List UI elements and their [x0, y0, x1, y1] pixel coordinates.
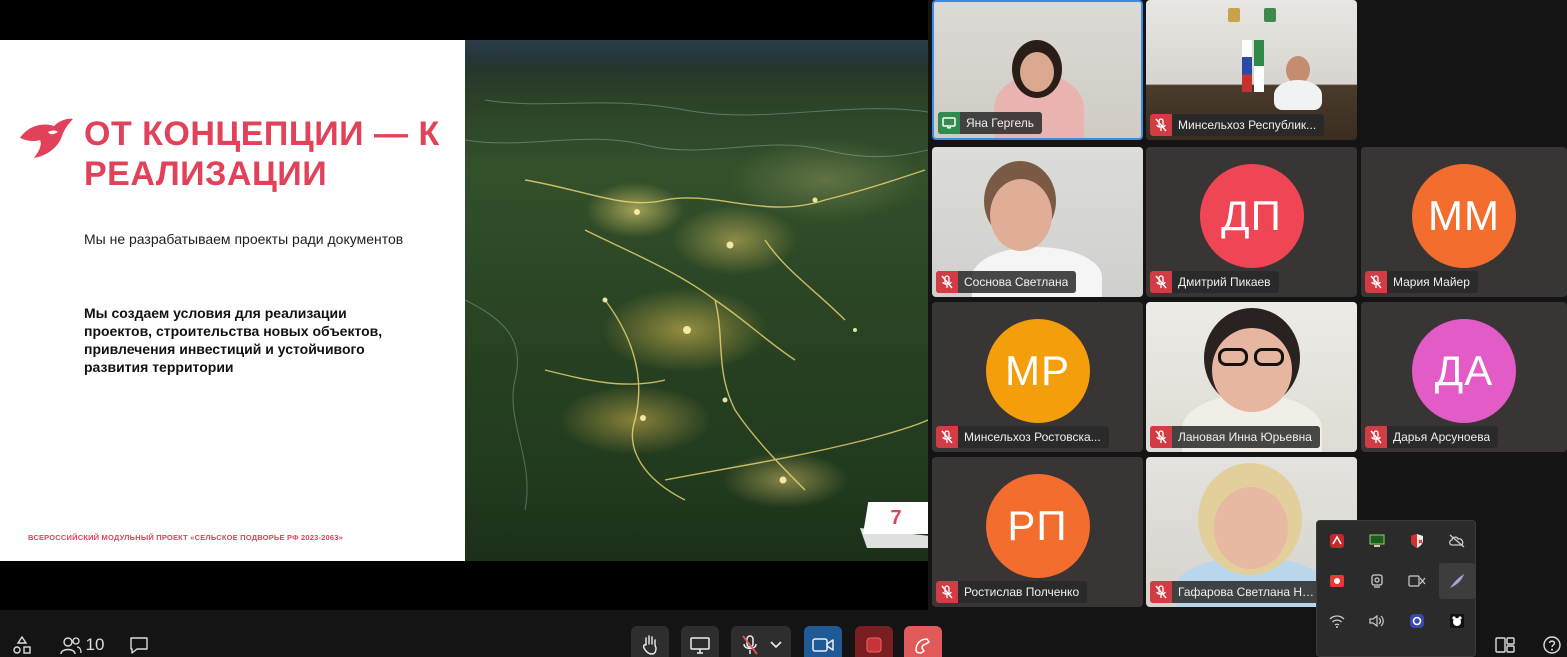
- aerial-night-photo: 7: [465, 40, 928, 561]
- bear-app-icon[interactable]: [1439, 603, 1475, 639]
- participant-name: Мария Майер: [1393, 275, 1470, 289]
- system-tray-overflow: [1316, 520, 1476, 657]
- participants-count: 10: [85, 635, 105, 654]
- participant-tile-pikaev[interactable]: ДП Дмитрий Пикаев: [1146, 147, 1357, 297]
- recorder-icon[interactable]: [1319, 563, 1355, 599]
- mic-off-icon: [936, 581, 958, 603]
- microphone-button[interactable]: [731, 626, 791, 657]
- chevron-down-icon[interactable]: [770, 641, 782, 649]
- pen-icon[interactable]: [1439, 563, 1475, 599]
- presentation-slide: ОТ КОНЦЕПЦИИ — К РЕАЛИЗАЦИИ Мы не разраб…: [0, 40, 928, 561]
- record-icon: [866, 637, 882, 653]
- hang-up-icon: [915, 638, 930, 654]
- shared-screen-area[interactable]: ОТ КОНЦЕПЦИИ — К РЕАЛИЗАЦИИ Мы не разраб…: [0, 0, 928, 610]
- record-button[interactable]: [855, 626, 893, 657]
- slide-footer: ВСЕРОССИЙСКИЙ МОДУЛЬНЫЙ ПРОЕКТ «СЕЛЬСКОЕ…: [28, 533, 344, 542]
- slide-text-panel: ОТ КОНЦЕПЦИИ — К РЕАЛИЗАЦИИ Мы не разраб…: [0, 40, 465, 561]
- chat-icon[interactable]: [126, 626, 152, 657]
- participant-label: Соснова Светлана: [936, 271, 1077, 293]
- mic-off-icon: [1150, 271, 1172, 293]
- keyboard-language-icon[interactable]: [1399, 563, 1435, 599]
- wifi-icon[interactable]: [1319, 603, 1355, 639]
- participant-name: Минсельхоз Республик...: [1178, 118, 1317, 132]
- participant-tile-minselkhoz-republic[interactable]: Минсельхоз Республик...: [1146, 0, 1357, 140]
- camera-icon: [812, 638, 834, 652]
- app-icon[interactable]: [1399, 603, 1435, 639]
- mic-off-icon: [1150, 114, 1172, 136]
- bird-logo-icon: [20, 118, 73, 158]
- slide-title: ОТ КОНЦЕПЦИИ — К РЕАЛИЗАЦИИ: [84, 115, 440, 193]
- participant-name: Гафарова Светлана НА...: [1178, 585, 1320, 599]
- settlement-lights-graphic: [465, 99, 928, 511]
- antivirus-icon[interactable]: [1319, 523, 1355, 559]
- participants-icon: [59, 637, 82, 655]
- screen-share-button[interactable]: [681, 626, 719, 657]
- mic-off-icon: [742, 635, 758, 655]
- participant-tile-yana[interactable]: Яна Гергель: [932, 0, 1143, 140]
- hang-up-button[interactable]: [904, 626, 942, 657]
- participant-name: Ростислав Полченко: [964, 585, 1080, 599]
- mic-off-icon: [936, 271, 958, 293]
- mic-off-icon: [1150, 581, 1172, 603]
- participant-label: Минсельхоз Республик...: [1150, 114, 1325, 136]
- participant-label: Мария Майер: [1365, 271, 1478, 293]
- participant-tile-arsunoeva[interactable]: ДА Дарья Арсуноева: [1361, 302, 1567, 452]
- screen-share-icon: [690, 637, 710, 654]
- mic-off-icon: [1150, 426, 1172, 448]
- slide-subtitle: Мы не разрабатываем проекты ради докумен…: [84, 231, 404, 247]
- participant-name: Яна Гергель: [966, 116, 1034, 130]
- apps-icon[interactable]: [10, 626, 34, 657]
- slide-page-number: 7: [863, 502, 928, 534]
- participant-name: Дмитрий Пикаев: [1178, 275, 1271, 289]
- mic-off-icon: [936, 426, 958, 448]
- participant-label: Ростислав Полченко: [936, 581, 1088, 603]
- participant-label: Гафарова Светлана НА...: [1150, 581, 1328, 603]
- participant-name: Лановая Инна Юрьевна: [1178, 430, 1312, 444]
- security-shield-icon[interactable]: [1399, 523, 1435, 559]
- participant-label: Яна Гергель: [938, 112, 1042, 134]
- webcam-icon[interactable]: [1359, 563, 1395, 599]
- participant-label: Минсельхоз Ростовска...: [936, 426, 1109, 448]
- video-conference-window: ОТ КОНЦЕПЦИИ — К РЕАЛИЗАЦИИ Мы не разраб…: [0, 0, 1567, 657]
- participant-tile-lanovaya[interactable]: Лановая Инна Юрьевна: [1146, 302, 1357, 452]
- cloud-off-icon[interactable]: [1439, 523, 1475, 559]
- camera-button[interactable]: [804, 626, 842, 657]
- layout-icon[interactable]: [1492, 626, 1518, 657]
- raise-hand-icon: [642, 635, 657, 655]
- monitor-icon[interactable]: [1359, 523, 1395, 559]
- participant-label: Дарья Арсуноева: [1365, 426, 1499, 448]
- mic-off-icon: [1365, 271, 1387, 293]
- screen-share-icon: [938, 112, 960, 134]
- mic-off-icon: [1365, 426, 1387, 448]
- participant-name: Соснова Светлана: [964, 275, 1069, 289]
- participant-label: Лановая Инна Юрьевна: [1150, 426, 1320, 448]
- participant-tile-mayer[interactable]: ММ Мария Майер: [1361, 147, 1567, 297]
- participant-name: Минсельхоз Ростовска...: [964, 430, 1101, 444]
- participant-label: Дмитрий Пикаев: [1150, 271, 1279, 293]
- avatar: ММ: [1412, 164, 1516, 268]
- volume-icon[interactable]: [1359, 603, 1395, 639]
- avatar: МР: [985, 319, 1090, 423]
- participant-tile-polchenko[interactable]: РП Ростислав Полченко: [932, 457, 1143, 607]
- avatar: ДА: [1412, 319, 1516, 423]
- avatar: ДП: [1199, 164, 1304, 268]
- help-icon[interactable]: [1540, 626, 1564, 657]
- participant-tile-minselkhoz-rostov[interactable]: МР Минсельхоз Ростовска...: [932, 302, 1143, 452]
- raise-hand-button[interactable]: [631, 626, 669, 657]
- participant-name: Дарья Арсуноева: [1393, 430, 1491, 444]
- avatar: РП: [985, 474, 1090, 578]
- participants-button[interactable]: 10: [56, 626, 108, 657]
- slide-bold-text: Мы создаем условия для реализации проект…: [84, 305, 383, 375]
- participant-tile-sosnova[interactable]: Соснова Светлана: [932, 147, 1143, 297]
